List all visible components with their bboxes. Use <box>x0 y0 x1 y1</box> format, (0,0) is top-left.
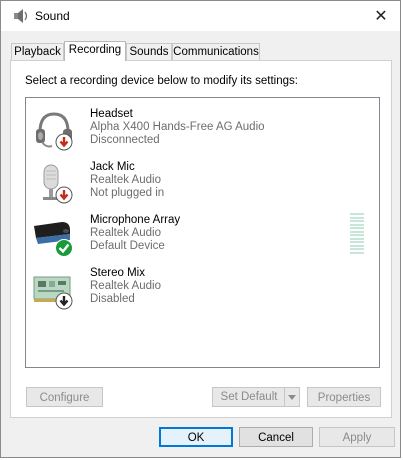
default-check-icon <box>55 239 73 257</box>
microphone-array-icon <box>34 222 73 257</box>
device-name: Stereo Mix <box>90 267 145 279</box>
properties-button[interactable]: Properties <box>307 387 381 407</box>
device-stereo-mix[interactable]: Stereo Mix Realtek Audio Disabled <box>26 263 378 313</box>
device-status: Disconnected <box>90 134 160 146</box>
recording-panel: Select a recording device below to modif… <box>10 60 392 418</box>
device-headset[interactable]: Headset Alpha X400 Hands-Free AG Audio D… <box>26 104 378 154</box>
tab-recording[interactable]: Recording <box>64 41 126 61</box>
tab-label: Playback <box>14 46 61 58</box>
ok-button[interactable]: OK <box>159 427 233 447</box>
device-status: Not plugged in <box>90 187 165 199</box>
headset-icon <box>36 112 73 151</box>
disabled-badge-icon <box>55 292 73 310</box>
close-icon: ✕ <box>374 8 388 25</box>
set-default-label: Set Default <box>220 391 278 403</box>
tab-communications[interactable]: Communications <box>172 43 260 60</box>
not-plugged-badge-icon <box>55 186 73 204</box>
level-meter <box>350 213 364 255</box>
instruction-text: Select a recording device below to modif… <box>25 75 298 87</box>
speaker-icon <box>14 9 28 23</box>
device-list[interactable]: Headset Alpha X400 Hands-Free AG Audio D… <box>25 97 380 368</box>
apply-button[interactable]: Apply <box>319 427 395 447</box>
tab-label: Sounds <box>129 46 169 58</box>
tab-label: Recording <box>68 44 122 56</box>
disconnected-badge-icon <box>55 133 73 151</box>
tab-playback[interactable]: Playback <box>11 43 64 60</box>
tab-label: Communications <box>173 46 259 58</box>
device-driver: Realtek Audio <box>90 227 161 239</box>
device-name: Microphone Array <box>90 214 181 226</box>
device-status: Disabled <box>90 293 135 305</box>
device-driver: Realtek Audio <box>90 280 161 292</box>
device-jack-mic[interactable]: Jack Mic Realtek Audio Not plugged in <box>26 157 378 207</box>
device-status: Default Device <box>90 240 165 252</box>
device-microphone-array[interactable]: Microphone Array Realtek Audio Default D… <box>26 210 378 260</box>
device-driver: Realtek Audio <box>90 174 161 186</box>
dropdown-arrow-icon[interactable] <box>284 388 299 406</box>
set-default-button[interactable]: Set Default <box>212 387 300 407</box>
microphone-icon <box>43 164 73 204</box>
device-name: Headset <box>90 108 133 120</box>
configure-button[interactable]: Configure <box>26 387 103 407</box>
tab-sounds[interactable]: Sounds <box>126 43 172 60</box>
sound-card-icon <box>33 276 73 310</box>
sound-dialog: Sound ✕ Playback Recording Sounds Commun… <box>0 0 401 458</box>
cancel-button[interactable]: Cancel <box>239 427 313 447</box>
device-driver: Alpha X400 Hands-Free AG Audio <box>90 121 265 133</box>
device-name: Jack Mic <box>90 161 135 173</box>
close-button[interactable]: ✕ <box>370 5 392 27</box>
window-title: Sound <box>35 9 70 23</box>
title-bar: Sound ✕ <box>1 1 400 31</box>
